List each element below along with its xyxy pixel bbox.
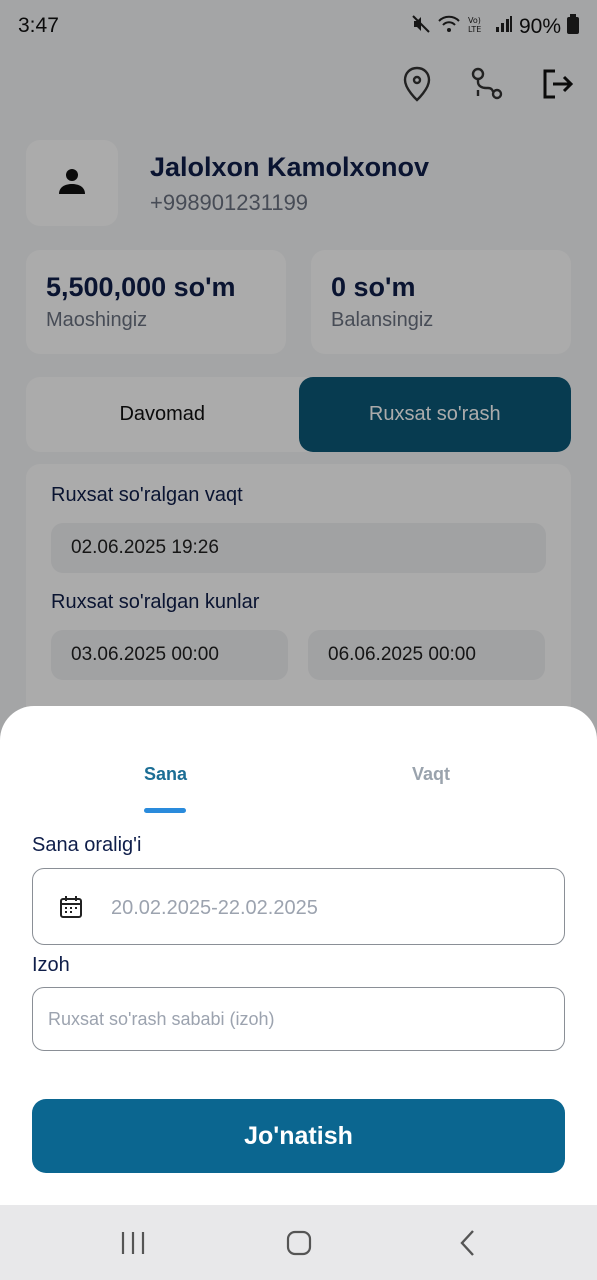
date-range-field[interactable]: 20.02.2025-22.02.2025 [32,868,565,945]
note-input[interactable] [32,987,565,1051]
note-label: Izoh [32,954,70,976]
submit-button[interactable]: Jo'natish [32,1099,565,1173]
active-tab-indicator [144,808,186,813]
bottom-sheet: Sana Vaqt Sana oralig'i 20.02.2025-22.02… [0,706,597,1206]
recents-icon[interactable] [117,1227,149,1259]
calendar-icon [59,895,83,924]
tab-time[interactable]: Vaqt [412,764,450,785]
tab-date[interactable]: Sana [144,764,187,785]
back-icon[interactable] [452,1227,484,1259]
app-screen: 3:47 Vo) LTE 90% Jalolxon Kamolxonov +99… [0,0,597,1280]
date-range-label: Sana oralig'i [32,834,142,856]
sheet-tabs: Sana Vaqt [0,706,597,816]
date-range-value: 20.02.2025-22.02.2025 [111,897,318,919]
home-icon[interactable] [283,1227,315,1259]
system-nav-bar [0,1205,597,1280]
